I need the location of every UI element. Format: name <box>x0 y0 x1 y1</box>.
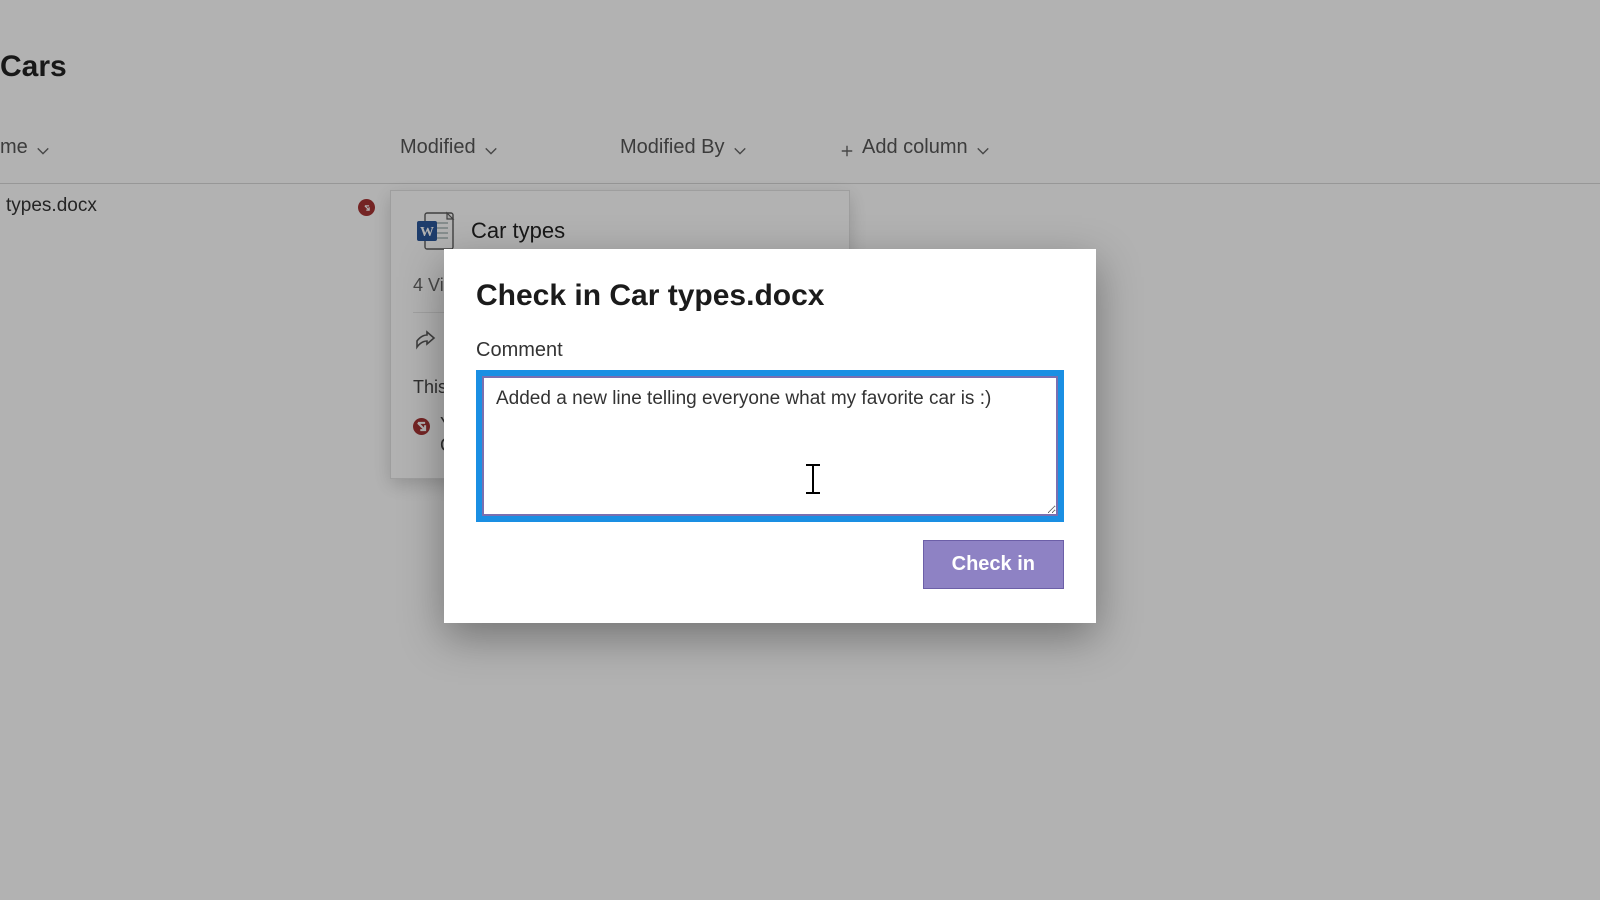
check-in-dialog: Check in Car types.docx Comment Check in <box>444 249 1096 623</box>
dialog-title: Check in Car types.docx <box>476 279 1064 313</box>
comment-field-highlight <box>476 370 1064 522</box>
check-in-button[interactable]: Check in <box>923 540 1064 589</box>
comment-textarea[interactable] <box>482 376 1058 516</box>
comment-label: Comment <box>476 339 1064 362</box>
